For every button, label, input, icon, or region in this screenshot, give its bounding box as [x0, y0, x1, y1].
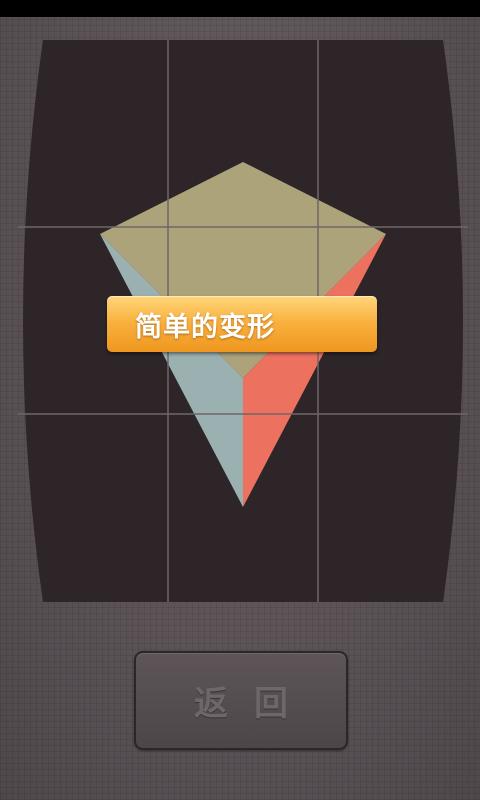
title-banner: 简单的变形 [107, 296, 377, 352]
status-bar [0, 0, 480, 17]
banner-title: 简单的变形 [135, 311, 275, 343]
back-button[interactable]: 返回 [134, 651, 348, 750]
back-button-label: 返回 [194, 684, 314, 724]
